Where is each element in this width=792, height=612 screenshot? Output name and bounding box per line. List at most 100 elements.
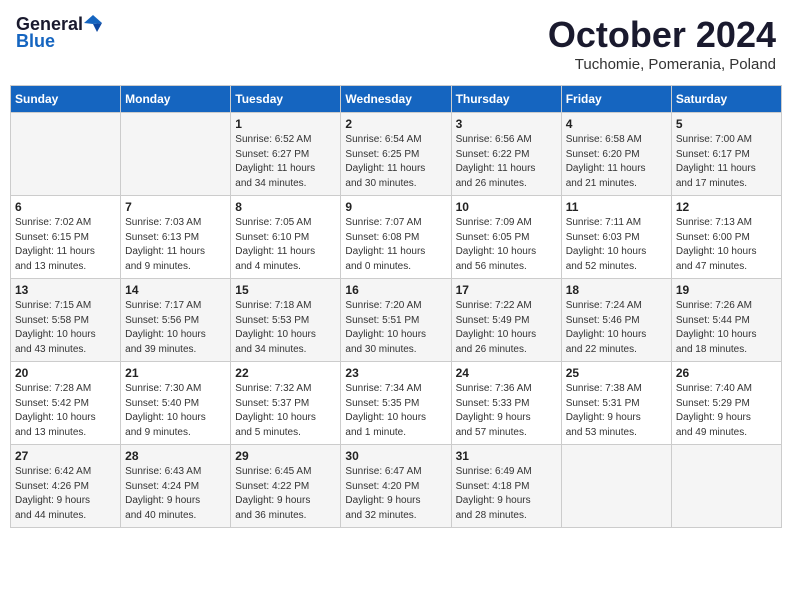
calendar-cell: 4 Sunrise: 6:58 AM Sunset: 6:20 PM Daylig…: [561, 113, 671, 196]
calendar-week-row: 27Sunrise: 6:42 AM Sunset: 4:26 PM Dayli…: [11, 445, 782, 528]
day-number: 12: [676, 200, 777, 214]
calendar-cell: [121, 113, 231, 196]
logo-bird-icon: [84, 14, 102, 32]
calendar-cell: 21 Sunrise: 7:30 AM Sunset: 5:40 PM Dayli…: [121, 362, 231, 445]
day-info: Sunrise: 7:18 AM Sunset: 5:53 PM Dayligh…: [235, 299, 336, 357]
day-number: 1: [235, 117, 336, 131]
calendar-week-row: 1 Sunrise: 6:52 AM Sunset: 6:27 PM Daylig…: [11, 113, 782, 196]
day-number: 25: [566, 366, 667, 380]
day-info: Sunrise: 7:15 AM Sunset: 5:58 PM Dayligh…: [15, 299, 116, 357]
day-number: 16: [345, 283, 446, 297]
weekday-header: Saturday: [671, 86, 781, 113]
calendar-cell: 17Sunrise: 7:22 AM Sunset: 5:49 PM Dayli…: [451, 279, 561, 362]
calendar-body: 1 Sunrise: 6:52 AM Sunset: 6:27 PM Daylig…: [11, 113, 782, 528]
logo-blue: Blue: [16, 31, 55, 52]
day-number: 17: [456, 283, 557, 297]
calendar-table: SundayMondayTuesdayWednesdayThursdayFrid…: [10, 85, 782, 528]
day-number: 31: [456, 449, 557, 463]
day-info: Sunrise: 7:38 AM Sunset: 5:31 PM Dayligh…: [566, 382, 667, 440]
calendar-cell: 23Sunrise: 7:34 AM Sunset: 5:35 PM Dayli…: [341, 362, 451, 445]
day-info: Sunrise: 7:36 AM Sunset: 5:33 PM Dayligh…: [456, 382, 557, 440]
day-number: 4: [566, 117, 667, 131]
day-number: 27: [15, 449, 116, 463]
day-info: Sunrise: 7:28 AM Sunset: 5:42 PM Dayligh…: [15, 382, 116, 440]
day-info: Sunrise: 6:45 AM Sunset: 4:22 PM Dayligh…: [235, 465, 336, 523]
day-number: 28: [125, 449, 226, 463]
calendar-cell: 27Sunrise: 6:42 AM Sunset: 4:26 PM Dayli…: [11, 445, 121, 528]
day-info: Sunrise: 6:43 AM Sunset: 4:24 PM Dayligh…: [125, 465, 226, 523]
calendar-cell: 30 Sunrise: 6:47 AM Sunset: 4:20 PM Dayli…: [341, 445, 451, 528]
day-info: Sunrise: 7:00 AM Sunset: 6:17 PM Dayligh…: [676, 133, 777, 191]
calendar-cell: [11, 113, 121, 196]
calendar-header: SundayMondayTuesdayWednesdayThursdayFrid…: [11, 86, 782, 113]
calendar-week-row: 20 Sunrise: 7:28 AM Sunset: 5:42 PM Dayli…: [11, 362, 782, 445]
day-info: Sunrise: 7:02 AM Sunset: 6:15 PM Dayligh…: [15, 216, 116, 274]
calendar-cell: 16Sunrise: 7:20 AM Sunset: 5:51 PM Dayli…: [341, 279, 451, 362]
day-info: Sunrise: 6:49 AM Sunset: 4:18 PM Dayligh…: [456, 465, 557, 523]
day-number: 20: [15, 366, 116, 380]
day-number: 29: [235, 449, 336, 463]
calendar-cell: 10 Sunrise: 7:09 AM Sunset: 6:05 PM Dayli…: [451, 196, 561, 279]
day-info: Sunrise: 7:07 AM Sunset: 6:08 PM Dayligh…: [345, 216, 446, 274]
calendar-cell: 20 Sunrise: 7:28 AM Sunset: 5:42 PM Dayli…: [11, 362, 121, 445]
day-number: 18: [566, 283, 667, 297]
day-info: Sunrise: 6:54 AM Sunset: 6:25 PM Dayligh…: [345, 133, 446, 191]
day-info: Sunrise: 7:09 AM Sunset: 6:05 PM Dayligh…: [456, 216, 557, 274]
calendar-cell: 1 Sunrise: 6:52 AM Sunset: 6:27 PM Daylig…: [231, 113, 341, 196]
day-number: 22: [235, 366, 336, 380]
day-info: Sunrise: 7:32 AM Sunset: 5:37 PM Dayligh…: [235, 382, 336, 440]
day-info: Sunrise: 7:11 AM Sunset: 6:03 PM Dayligh…: [566, 216, 667, 274]
month-title: October 2024: [548, 14, 776, 56]
calendar-cell: 29 Sunrise: 6:45 AM Sunset: 4:22 PM Dayli…: [231, 445, 341, 528]
day-number: 10: [456, 200, 557, 214]
day-number: 11: [566, 200, 667, 214]
calendar-cell: 15 Sunrise: 7:18 AM Sunset: 5:53 PM Dayli…: [231, 279, 341, 362]
day-number: 30: [345, 449, 446, 463]
weekday-row: SundayMondayTuesdayWednesdayThursdayFrid…: [11, 86, 782, 113]
calendar-cell: 18 Sunrise: 7:24 AM Sunset: 5:46 PM Dayli…: [561, 279, 671, 362]
day-info: Sunrise: 6:47 AM Sunset: 4:20 PM Dayligh…: [345, 465, 446, 523]
location: Tuchomie, Pomerania, Poland: [548, 56, 776, 73]
calendar-cell: 13 Sunrise: 7:15 AM Sunset: 5:58 PM Dayli…: [11, 279, 121, 362]
weekday-header: Sunday: [11, 86, 121, 113]
title-block: October 2024 Tuchomie, Pomerania, Poland: [548, 14, 776, 73]
day-number: 2: [345, 117, 446, 131]
day-info: Sunrise: 7:05 AM Sunset: 6:10 PM Dayligh…: [235, 216, 336, 274]
calendar-cell: 6Sunrise: 7:02 AM Sunset: 6:15 PM Daylig…: [11, 196, 121, 279]
calendar-cell: 11 Sunrise: 7:11 AM Sunset: 6:03 PM Dayli…: [561, 196, 671, 279]
day-number: 13: [15, 283, 116, 297]
calendar-cell: 2 Sunrise: 6:54 AM Sunset: 6:25 PM Daylig…: [341, 113, 451, 196]
day-number: 21: [125, 366, 226, 380]
day-info: Sunrise: 7:30 AM Sunset: 5:40 PM Dayligh…: [125, 382, 226, 440]
day-info: Sunrise: 7:13 AM Sunset: 6:00 PM Dayligh…: [676, 216, 777, 274]
day-number: 24: [456, 366, 557, 380]
calendar-cell: 9 Sunrise: 7:07 AM Sunset: 6:08 PM Daylig…: [341, 196, 451, 279]
day-info: Sunrise: 7:26 AM Sunset: 5:44 PM Dayligh…: [676, 299, 777, 357]
calendar-cell: 19 Sunrise: 7:26 AM Sunset: 5:44 PM Dayli…: [671, 279, 781, 362]
weekday-header: Monday: [121, 86, 231, 113]
day-info: Sunrise: 7:24 AM Sunset: 5:46 PM Dayligh…: [566, 299, 667, 357]
day-number: 8: [235, 200, 336, 214]
day-number: 26: [676, 366, 777, 380]
calendar-cell: 22 Sunrise: 7:32 AM Sunset: 5:37 PM Dayli…: [231, 362, 341, 445]
day-info: Sunrise: 6:52 AM Sunset: 6:27 PM Dayligh…: [235, 133, 336, 191]
weekday-header: Friday: [561, 86, 671, 113]
day-number: 7: [125, 200, 226, 214]
calendar-week-row: 6Sunrise: 7:02 AM Sunset: 6:15 PM Daylig…: [11, 196, 782, 279]
day-info: Sunrise: 7:03 AM Sunset: 6:13 PM Dayligh…: [125, 216, 226, 274]
calendar-cell: 31 Sunrise: 6:49 AM Sunset: 4:18 PM Dayli…: [451, 445, 561, 528]
day-number: 14: [125, 283, 226, 297]
day-info: Sunrise: 7:17 AM Sunset: 5:56 PM Dayligh…: [125, 299, 226, 357]
day-info: Sunrise: 6:58 AM Sunset: 6:20 PM Dayligh…: [566, 133, 667, 191]
day-number: 5: [676, 117, 777, 131]
calendar-cell: 3Sunrise: 6:56 AM Sunset: 6:22 PM Daylig…: [451, 113, 561, 196]
day-number: 9: [345, 200, 446, 214]
calendar-cell: 14 Sunrise: 7:17 AM Sunset: 5:56 PM Dayli…: [121, 279, 231, 362]
weekday-header: Wednesday: [341, 86, 451, 113]
day-number: 19: [676, 283, 777, 297]
calendar-cell: [671, 445, 781, 528]
day-number: 15: [235, 283, 336, 297]
page-header: General Blue October 2024 Tuchomie, Pome…: [10, 10, 782, 77]
calendar-cell: 5 Sunrise: 7:00 AM Sunset: 6:17 PM Daylig…: [671, 113, 781, 196]
calendar-cell: 28 Sunrise: 6:43 AM Sunset: 4:24 PM Dayli…: [121, 445, 231, 528]
